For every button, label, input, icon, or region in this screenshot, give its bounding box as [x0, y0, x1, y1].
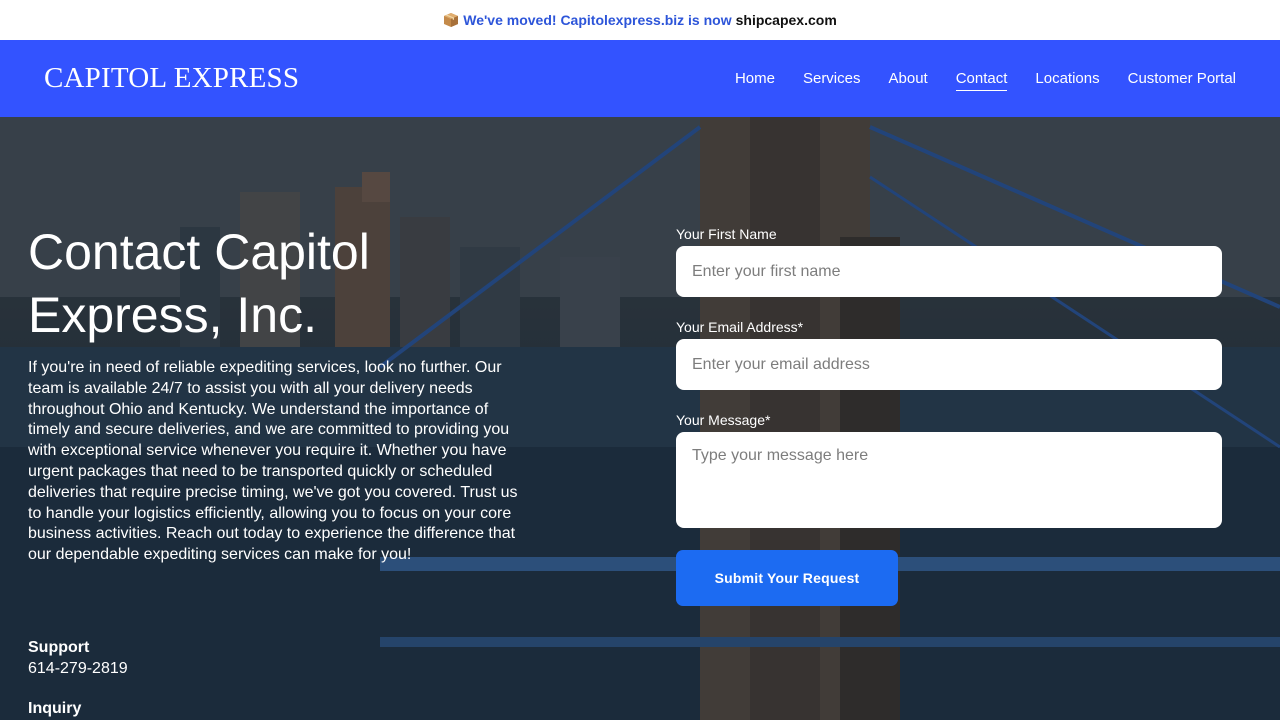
message-label: Your Message* — [676, 412, 771, 428]
main-nav: Home Services About Contact Locations Cu… — [707, 40, 1236, 117]
support-phone[interactable]: 614-279-2819 — [28, 660, 128, 678]
first-name-input[interactable] — [676, 246, 1222, 297]
nav-contact[interactable]: Contact — [955, 66, 1007, 91]
contact-form: Your First Name Your Email Address* Your… — [676, 225, 1222, 606]
site-header: CAPITOL EXPRESS Home Services About Cont… — [0, 40, 1280, 117]
announcement-bar: We've moved! Capitolexpress.biz is now s… — [0, 0, 1280, 40]
message-textarea[interactable] — [676, 432, 1222, 528]
support-label: Support — [28, 639, 90, 656]
nav-about[interactable]: About — [889, 66, 928, 91]
nav-home[interactable]: Home — [735, 66, 775, 91]
email-label: Your Email Address* — [676, 319, 804, 335]
new-domain: shipcapex.com — [735, 12, 837, 28]
contact-hero: Contact Capitol Express, Inc. If you're … — [0, 117, 1280, 720]
announcement-link[interactable]: We've moved! Capitolexpress.biz is now — [463, 12, 731, 28]
nav-customer-portal[interactable]: Customer Portal — [1128, 66, 1236, 91]
contact-description: If you're in need of reliable expediting… — [28, 359, 518, 564]
email-input[interactable] — [676, 339, 1222, 390]
inquiry-label: Inquiry — [28, 700, 82, 717]
nav-locations[interactable]: Locations — [1035, 66, 1099, 91]
nav-services[interactable]: Services — [803, 66, 861, 91]
submit-button[interactable]: Submit Your Request — [676, 550, 898, 606]
brand-logo[interactable]: CAPITOL EXPRESS — [44, 62, 299, 95]
page-title: Contact Capitol Express, Inc. — [28, 224, 370, 343]
package-icon — [443, 12, 459, 28]
first-name-label: Your First Name — [676, 226, 777, 242]
